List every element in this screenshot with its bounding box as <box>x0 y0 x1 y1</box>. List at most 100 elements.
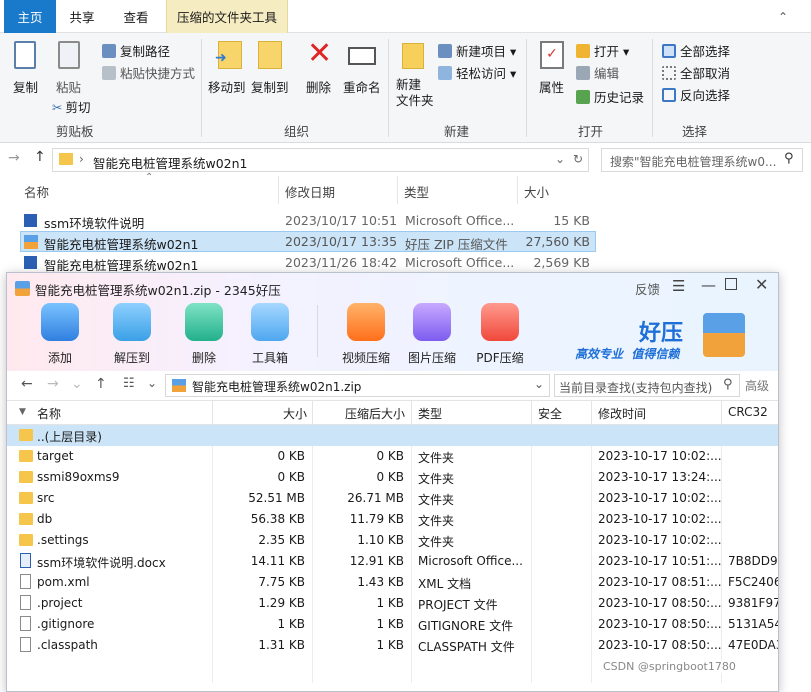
view-mode-icon[interactable]: ☷ <box>123 376 135 391</box>
new-item-label: 新建项目 <box>456 44 507 59</box>
refresh-icon[interactable]: ↻ <box>573 152 583 166</box>
folder-icon <box>19 471 33 483</box>
archive-row[interactable]: src 52.51 MB 26.71 MB 文件夹 2023-10-17 10:02:.… <box>7 488 778 509</box>
archive-row[interactable]: ssmi89oxms9 0 KB 0 KB 文件夹 2023-10-17 13:24:.… <box>7 467 778 488</box>
archive-row[interactable]: pom.xml 7.75 KB 1.43 KB XML 文档 2023-10-17 08… <box>7 572 778 593</box>
column-modified[interactable]: 修改时间 <box>598 405 646 422</box>
easy-access-label: 轻松访问 <box>456 66 507 81</box>
file-type: 好压 ZIP 压缩文件 <box>405 237 508 252</box>
column-packed[interactable]: 压缩后大小 <box>345 405 405 422</box>
menu-icon[interactable]: ☰ <box>672 277 685 295</box>
search-placeholder: 搜索"智能充电桩管理系统w0... <box>610 155 777 169</box>
rename-icon <box>348 47 376 65</box>
copy-button[interactable]: 复制 <box>13 77 38 96</box>
new-item-button[interactable]: 新建项目 ▾ <box>438 41 516 60</box>
edit-button[interactable]: 编辑 <box>576 63 619 82</box>
new-folder-button[interactable]: 新建 文件夹 <box>396 77 434 109</box>
up-arrow-icon[interactable]: ↑ <box>34 149 46 165</box>
dropdown-icon[interactable]: ⌄ <box>71 376 83 392</box>
archive-row[interactable]: ssm环境软件说明.docx 14.11 KB 12.91 KB Microsoft … <box>7 551 778 572</box>
path-dropdown-icon[interactable]: ⌄ <box>534 377 544 391</box>
properties-button[interactable]: 属性 <box>539 77 564 96</box>
paste-button[interactable]: 粘贴 <box>56 77 81 96</box>
explorer-search-input[interactable]: 搜索"智能充电桩管理系统w0... ⚲ <box>601 148 803 172</box>
paste-shortcut-button[interactable]: 粘贴快捷方式 <box>102 63 195 82</box>
copy-path-button[interactable]: 复制路径 <box>102 41 170 60</box>
archive-path-field[interactable]: 智能充电桩管理系统w02n1.zip ⌄ <box>165 374 550 397</box>
add-button[interactable]: 添加 <box>28 349 92 366</box>
image-compress-button[interactable]: 图片压缩 <box>400 349 464 366</box>
address-field[interactable]: › 智能充电桩管理系统w02n1 ⌄ ↻ <box>52 148 589 172</box>
cell-packed: 0 KB <box>376 449 404 463</box>
history-button[interactable]: 历史记录 <box>576 87 644 106</box>
haozip-brand-icon <box>703 313 745 357</box>
cell-name: src <box>37 491 55 505</box>
column-date[interactable]: 修改日期 <box>285 182 335 201</box>
feedback-link[interactable]: 反馈 <box>635 279 660 298</box>
up-icon[interactable]: ↑ <box>95 376 107 392</box>
move-to-button[interactable]: 移动到 <box>208 77 246 96</box>
open-label: 打开 <box>594 44 620 59</box>
cell-type: 文件夹 <box>418 493 455 507</box>
open-button[interactable]: 打开 ▾ <box>576 41 629 60</box>
pdf-compress-button[interactable]: PDF压缩 <box>468 349 532 366</box>
column-name[interactable]: 名称 <box>37 405 61 422</box>
explorer-row[interactable]: 智能充电桩管理系统w02n1 2023/11/26 18:42 Microsof… <box>20 252 596 273</box>
explorer-row[interactable]: ssm环境软件说明 2023/10/17 10:51 Microsoft Off… <box>20 210 596 231</box>
easy-access-button[interactable]: 轻松访问 ▾ <box>438 63 516 82</box>
archive-row[interactable]: db 56.38 KB 11.79 KB 文件夹 2023-10-17 10:02:..… <box>7 509 778 530</box>
advanced-search-link[interactable]: 高级 <box>745 377 769 394</box>
column-name[interactable]: 名称 <box>24 182 49 201</box>
column-type[interactable]: 类型 <box>404 182 429 201</box>
back-icon[interactable]: ← <box>21 376 33 392</box>
archive-row[interactable]: .settings 2.35 KB 1.10 KB 文件夹 2023-10-17 10:… <box>7 530 778 551</box>
cell-name: .gitignore <box>37 617 95 631</box>
folder-icon <box>59 153 73 165</box>
forward-icon[interactable]: → <box>47 376 59 392</box>
delete-button[interactable]: 删除 <box>306 77 331 96</box>
invert-select-button[interactable]: 反向选择 <box>662 85 730 104</box>
new-item-icon <box>438 44 452 58</box>
close-icon[interactable]: ✕ <box>755 275 768 294</box>
minimize-icon[interactable]: — <box>701 276 716 294</box>
column-size[interactable]: 大小 <box>524 182 549 201</box>
archive-search-input[interactable]: 当前目录查找(支持包内查找) ⚲ <box>554 374 740 397</box>
toolbox-button[interactable]: 工具箱 <box>238 349 302 366</box>
separator <box>388 39 389 137</box>
tab-home[interactable]: 主页 <box>4 0 56 33</box>
maximize-icon[interactable] <box>725 278 737 290</box>
column-crc[interactable]: CRC32 <box>728 405 768 419</box>
extract-button[interactable]: 解压到 <box>100 349 164 366</box>
edit-icon <box>576 66 590 80</box>
archive-row-parent[interactable]: ..(上层目录) <box>7 425 778 446</box>
back-arrow-icon[interactable]: → <box>8 150 20 166</box>
cell-packed: 26.71 MB <box>347 491 404 505</box>
archive-row[interactable]: target 0 KB 0 KB 文件夹 2023-10-17 10:02:... <box>7 446 778 467</box>
archive-row[interactable]: .classpath 1.31 KB 1 KB CLASSPATH 文件 2023-10… <box>7 635 778 656</box>
collapse-ribbon-icon[interactable]: ⌃ <box>778 10 788 24</box>
archive-row[interactable]: .gitignore 1 KB 1 KB GITIGNORE 文件 2023-10-17… <box>7 614 778 635</box>
tab-view[interactable]: 查看 <box>116 0 156 33</box>
archive-row[interactable]: .project 1.29 KB 1 KB PROJECT 文件 2023-10-17 … <box>7 593 778 614</box>
video-compress-button[interactable]: 视频压缩 <box>334 349 398 366</box>
select-none-button[interactable]: 全部取消 <box>662 63 730 82</box>
history-label: 历史记录 <box>594 90 645 105</box>
chevron-down-icon[interactable]: ⌄ <box>555 152 565 166</box>
tab-share[interactable]: 共享 <box>62 0 102 33</box>
scissors-icon: ✂ <box>52 100 63 115</box>
delete-archive-button[interactable]: 删除 <box>172 349 236 366</box>
edit-label: 编辑 <box>594 66 620 81</box>
cell-size: 7.75 KB <box>258 575 305 589</box>
cut-button[interactable]: ✂ 剪切 <box>52 97 91 116</box>
select-all-button[interactable]: 全部选择 <box>662 41 730 60</box>
column-type[interactable]: 类型 <box>418 405 442 422</box>
explorer-row-selected[interactable]: 智能充电桩管理系统w02n1 2023/10/17 13:35 好压 ZIP 压… <box>20 231 596 252</box>
column-security[interactable]: 安全 <box>538 405 562 422</box>
group-open: 打开 <box>578 124 604 139</box>
rename-button[interactable]: 重命名 <box>343 77 381 96</box>
view-dropdown-icon[interactable]: ⌄ <box>147 376 157 390</box>
copy-to-button[interactable]: 复制到 <box>251 77 289 96</box>
column-size[interactable]: 大小 <box>283 405 307 422</box>
folder-icon <box>19 534 33 546</box>
tab-compressed-folder-tools[interactable]: 压缩的文件夹工具 <box>166 0 288 33</box>
